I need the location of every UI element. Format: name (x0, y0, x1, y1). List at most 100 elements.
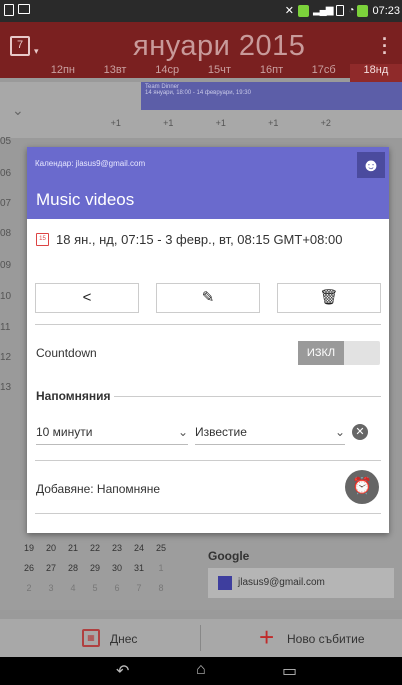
more-events[interactable]: +1 (247, 118, 300, 128)
divider (200, 625, 201, 651)
allday-event[interactable]: Team Dinner 14 януари, 18:00 - 14 февруа… (141, 82, 402, 110)
calendar-group-title: Google (208, 549, 250, 563)
day-header-thu[interactable]: 15чт (193, 64, 245, 82)
system-nav-bar: ↶ ⌂ ▭ (0, 657, 402, 685)
all-day-area: ⌄ Team Dinner 14 януари, 18:00 - 14 февр… (0, 82, 402, 138)
more-events[interactable]: +1 (142, 118, 195, 128)
plus-icon[interactable]: + (259, 624, 274, 650)
week-header: 12пн 13вт 14ср 15чт 16пт 17сб 18нд (0, 64, 402, 82)
mini-day[interactable]: 27 (40, 558, 62, 578)
mini-day[interactable]: 8 (150, 578, 172, 598)
reminder-type-select[interactable]: Известие ⌄ (195, 425, 345, 445)
page-title[interactable]: януари 2015 (133, 30, 305, 63)
calendar-account: Календар: jlasus9@gmail.com (35, 159, 146, 168)
calendar-icon: 15 (36, 233, 49, 246)
mini-day[interactable]: 25 (150, 538, 172, 558)
divider (35, 460, 381, 461)
day-header-mon[interactable]: 12пн (37, 64, 89, 82)
chevron-down-icon[interactable]: ⌄ (12, 102, 24, 119)
mini-day[interactable]: 5 (84, 578, 106, 598)
status-bar: ✕ ▂▄▆ ◔ 07:23 (0, 0, 402, 22)
delete-button[interactable]: 🗑 (277, 283, 381, 313)
mini-day[interactable]: 3 (40, 578, 62, 598)
dropdown-caret-icon[interactable]: ▾ (34, 46, 39, 57)
home-icon[interactable]: ⌂ (196, 661, 206, 679)
countdown-toggle[interactable]: ИЗКЛ (298, 341, 380, 365)
mini-day[interactable]: 20 (40, 538, 62, 558)
mini-day[interactable]: 24 (128, 538, 150, 558)
calendar-account-name: jlasus9@gmail.com (238, 577, 325, 588)
battery-saver-icon (297, 4, 309, 17)
hour-label: 13 (0, 382, 12, 393)
signal-icon: ▂▄▆ (312, 5, 333, 16)
day-header-sat[interactable]: 17сб (298, 64, 350, 82)
mini-day[interactable]: 4 (62, 578, 84, 598)
share-button[interactable]: < (35, 283, 139, 313)
today-icon[interactable]: ▦ (82, 629, 100, 647)
share-icon: < (82, 289, 92, 306)
remove-reminder-icon[interactable]: ✕ (352, 424, 368, 440)
pencil-icon: ✎ (201, 289, 215, 306)
event-title: Music videos (36, 190, 135, 209)
divider (35, 513, 381, 514)
hour-label: 10 (0, 291, 12, 302)
hour-label: 06 (0, 168, 12, 179)
wifi-icon: ◔ (348, 5, 354, 16)
mini-day[interactable]: 26 (18, 558, 40, 578)
more-events[interactable]: +2 (300, 118, 353, 128)
day-header-fri[interactable]: 16пт (245, 64, 297, 82)
mini-day[interactable]: 23 (106, 538, 128, 558)
hour-label: 05 (0, 136, 12, 147)
hour-label: 08 (0, 228, 12, 239)
day-header-tue[interactable]: 13вт (89, 64, 141, 82)
mini-day[interactable]: 1 (150, 558, 172, 578)
mini-day[interactable]: 6 (106, 578, 128, 598)
event-datetime-row: 15 18 ян., нд, 07:15 - 3 февр., вт, 08:1… (36, 232, 342, 247)
recents-icon[interactable]: ▭ (282, 661, 297, 681)
sim-icon (336, 5, 345, 16)
hour-label: 11 (0, 322, 11, 333)
hour-label: 07 (0, 198, 12, 209)
mini-day[interactable]: 28 (62, 558, 84, 578)
mini-day[interactable]: 7 (128, 578, 150, 598)
mini-day[interactable]: 29 (84, 558, 106, 578)
more-events[interactable]: +1 (90, 118, 143, 128)
dialog-header: Календар: jlasus9@gmail.com Music videos… (27, 147, 389, 219)
status-time: 07:23 (372, 4, 400, 17)
hour-label: 09 (0, 260, 12, 271)
more-events-row: +1 +1 +1 +1 +2 (37, 118, 402, 128)
mini-day[interactable]: 19 (18, 538, 40, 558)
mini-day[interactable]: 30 (106, 558, 128, 578)
overflow-menu-icon[interactable]: · · · (382, 30, 388, 62)
countdown-label: Countdown (36, 346, 97, 360)
mute-icon: ✕ (284, 5, 294, 17)
add-alarm-icon[interactable]: ⏰ (345, 470, 379, 504)
today-button[interactable]: Днес (110, 632, 137, 646)
new-event-button[interactable]: Ново събитие (287, 632, 365, 646)
chevron-down-icon: ⌄ (177, 425, 188, 439)
back-icon[interactable]: ↶ (116, 661, 129, 681)
battery-icon (357, 4, 369, 17)
day-header-wed[interactable]: 14ср (141, 64, 193, 82)
file-icon (4, 4, 14, 16)
edit-button[interactable]: ✎ (156, 283, 260, 313)
more-events[interactable]: +1 (195, 118, 248, 128)
mini-day[interactable]: 2 (18, 578, 40, 598)
trash-icon: 🗑 (319, 289, 339, 306)
day-header-sun[interactable]: 18нд (349, 64, 402, 82)
calendar-account-item[interactable]: jlasus9@gmail.com (208, 568, 394, 598)
calendar-view-icon[interactable]: 7 (10, 36, 30, 56)
palette-icon[interactable]: ☻ (357, 152, 385, 178)
mini-day[interactable]: 31 (128, 558, 150, 578)
reminders-title: Напомняния (36, 389, 111, 403)
hour-label: 12 (0, 352, 12, 363)
calendar-color-swatch (218, 576, 232, 590)
mini-day[interactable]: 21 (62, 538, 84, 558)
bottom-action-bar: ▦ Днес + Ново събитие (0, 619, 402, 657)
add-reminder-label[interactable]: Добавяне: Напомняне (36, 482, 160, 496)
photo-icon (18, 4, 30, 14)
divider (35, 324, 381, 325)
countdown-toggle-state: ИЗКЛ (298, 341, 344, 365)
reminder-time-select[interactable]: 10 минути ⌄ (36, 425, 188, 445)
mini-day[interactable]: 22 (84, 538, 106, 558)
